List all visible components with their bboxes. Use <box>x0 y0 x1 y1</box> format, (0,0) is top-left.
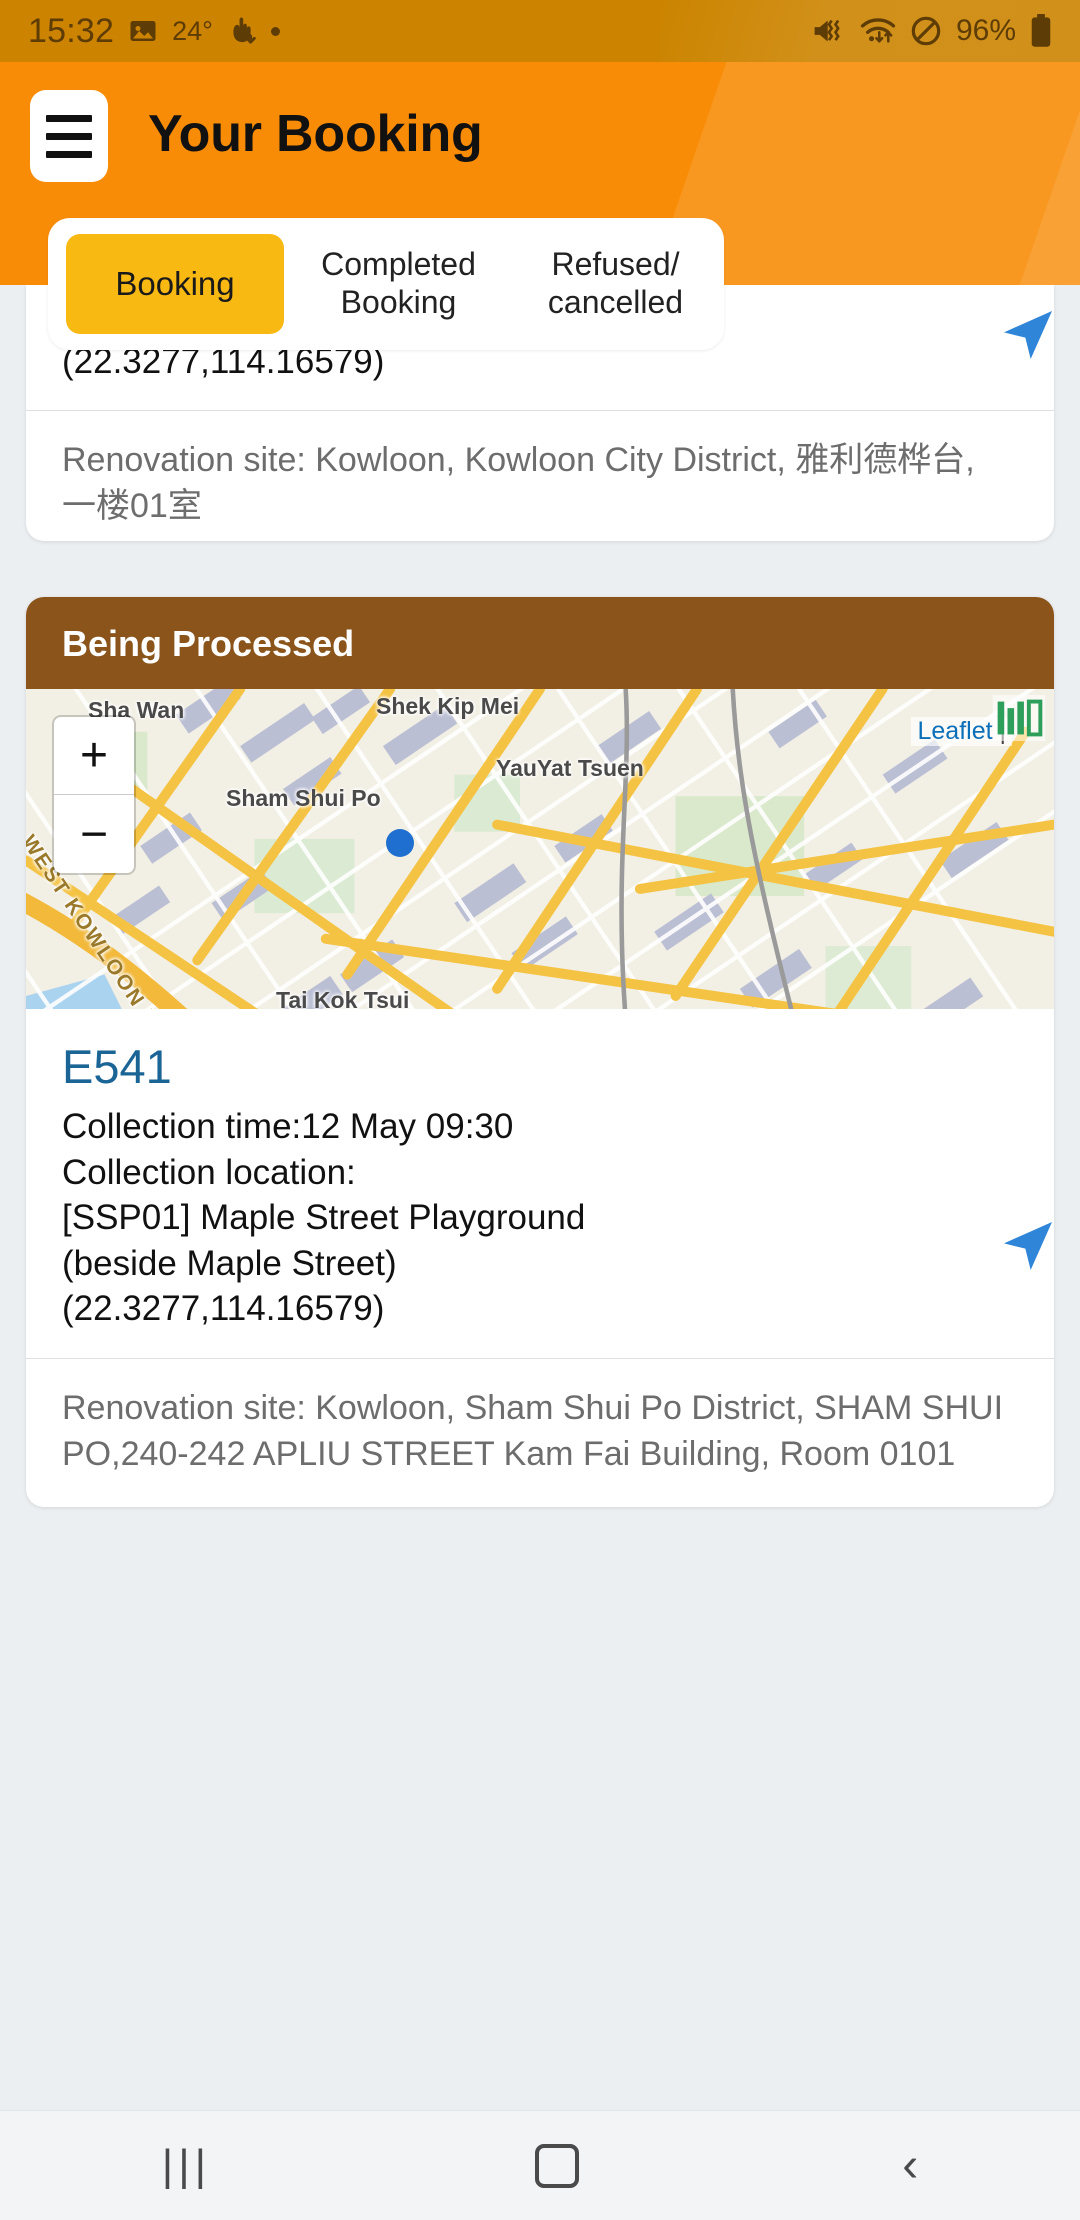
menu-line <box>46 150 92 158</box>
do-not-disturb-icon <box>910 15 942 47</box>
home-square <box>534 2143 579 2188</box>
renovation-site-text: Renovation site: Kowloon, Kowloon City D… <box>62 441 975 526</box>
collection-details: E541 Collection time:12 May 09:30 Collec… <box>26 1009 1054 1358</box>
map-zoom-controls[interactable]: + − <box>54 717 134 873</box>
booking-tab-bar: Booking Completed Booking Refused/ cance… <box>48 218 724 350</box>
menu-line <box>46 132 92 140</box>
battery-icon <box>1030 14 1052 48</box>
renovation-site-text: Renovation site: Kowloon, Sham Shui Po D… <box>62 1388 1004 1473</box>
recents-button-icon[interactable]: ||| <box>162 2141 211 2191</box>
mute-vibrate-icon <box>812 16 846 46</box>
status-bar-right: 96% <box>812 14 1052 48</box>
map-label-sham-shui-po: Sham Shui Po <box>226 785 381 811</box>
map-provider-logo-icon <box>992 695 1046 746</box>
image-icon <box>128 16 158 46</box>
map-tiles <box>26 689 1054 1009</box>
tab-completed-booking[interactable]: Completed Booking <box>290 218 507 350</box>
dot-icon <box>270 26 280 36</box>
collection-location-text: Collection time:12 May 09:30 Collection … <box>62 1107 586 1328</box>
page-title: Your Booking <box>148 105 483 163</box>
card-gap <box>0 541 1080 597</box>
zoom-in-button[interactable]: + <box>54 717 134 795</box>
map-label-yau-yat-tsuen: YauYat Tsuen <box>496 755 644 781</box>
battery-percentage: 96% <box>955 14 1016 47</box>
map-label-tai-kok-tsui: Tai Kok Tsui <box>276 987 410 1009</box>
status-bar-clock: 15:32 <box>28 11 115 50</box>
weather-temperature: 24° <box>172 15 213 46</box>
booking-map[interactable]: + − Sha Wan Shek Kip Mei YauYat Tsuen Sh… <box>26 689 1054 1009</box>
wifi-icon <box>860 16 896 46</box>
zoom-out-button[interactable]: − <box>54 795 134 873</box>
status-bar-left: 15:32 24° <box>28 12 280 51</box>
system-navigation-bar: ||| ‹ <box>0 2110 1080 2220</box>
map-location-marker[interactable] <box>386 829 414 857</box>
hand-download-icon <box>227 15 257 47</box>
map-label-shek-kip-mei: Shek Kip Mei <box>376 693 520 719</box>
booking-list[interactable]: (beside Maple Street) (22.3277,114.16579… <box>0 285 1080 2055</box>
back-button-icon[interactable]: ‹ <box>902 2138 918 2193</box>
booking-card[interactable]: Being Processed + − Sha Wan Shek Kip Mei… <box>26 597 1054 1507</box>
phone-screen: 15:32 24° 96% Your Booking Booking Compl… <box>0 0 1080 2220</box>
booking-id: E541 <box>62 1040 172 1093</box>
tab-refused-cancelled[interactable]: Refused/ cancelled <box>507 218 724 350</box>
menu-line <box>46 114 92 122</box>
hamburger-menu-icon[interactable] <box>30 90 108 182</box>
home-button-icon[interactable] <box>534 2143 579 2188</box>
tab-booking[interactable]: Booking <box>66 234 284 334</box>
status-bar: 15:32 24° 96% <box>0 0 1080 62</box>
leaflet-link[interactable]: Leaflet <box>917 717 992 745</box>
status-badge: Being Processed <box>26 597 1054 689</box>
